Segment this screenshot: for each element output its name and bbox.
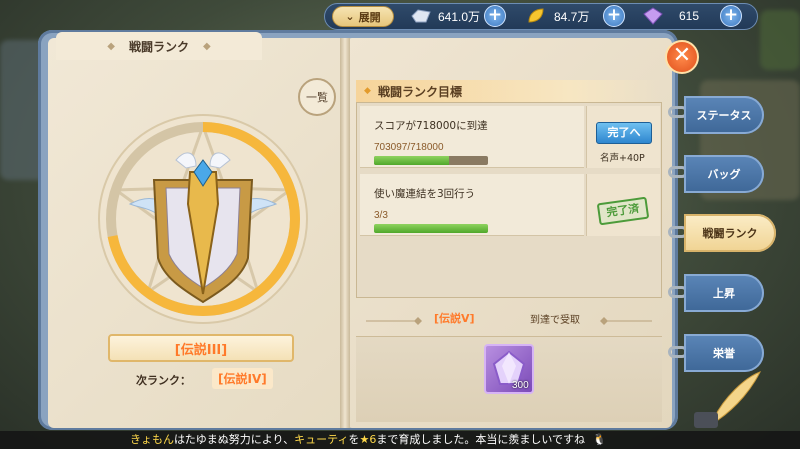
expand-label: 展開 <box>358 10 381 24</box>
gem-icon <box>643 7 663 25</box>
rank-progress-ring <box>98 114 308 324</box>
list-button-label: 一覧 <box>306 91 328 104</box>
goal-progress-bar <box>374 156 488 165</box>
goal-progress-text: 703097/718000 <box>374 142 444 153</box>
crystal-amount: 641.0万 <box>438 9 481 24</box>
chat-star-level: ★6 <box>359 433 377 446</box>
next-rank-label: 次ランク： <box>136 374 191 387</box>
gem-amount: 615 <box>679 9 700 23</box>
gold-leaf-icon <box>526 7 546 25</box>
chat-pet-name: キューティ <box>294 433 349 446</box>
goals-header-label: 戦闘ランク目標 <box>378 84 463 99</box>
add-gem-button[interactable]: + <box>720 5 742 27</box>
chat-text: まで育成しました。本当に羨ましいですね <box>376 433 586 446</box>
add-gold-button[interactable]: + <box>603 5 625 27</box>
chat-text: はたゆまぬ努力により、 <box>174 433 295 446</box>
chat-text: を <box>348 433 360 446</box>
gold-amount: 84.7万 <box>554 9 590 24</box>
tab-honor[interactable]: 栄誉 <box>684 334 764 372</box>
next-rank-value: [伝説IV] <box>212 368 273 389</box>
panel-title-tab: ◆ 戦闘ランク ◆ <box>56 32 262 60</box>
goal-text: 使い魔連結を3回行う <box>374 188 476 200</box>
quill-icon <box>694 371 762 428</box>
goals-header: ◆ 戦闘ランク目標 <box>356 80 662 102</box>
reward-quantity: 300 <box>512 380 529 391</box>
rank-emblem <box>92 108 314 330</box>
tab-battle-rank[interactable]: 戦闘ランク <box>684 214 776 252</box>
goal-item: 使い魔連結を3回行う 3/3 <box>360 174 584 236</box>
reward-condition: 到達で受取 <box>530 315 580 326</box>
resource-gold: 84.7万 <box>526 5 589 27</box>
current-rank-plate: [伝説III] <box>108 334 294 362</box>
crystal-icon <box>410 8 432 24</box>
tab-bag[interactable]: バッグ <box>684 155 764 193</box>
goal-progress-bar <box>374 224 488 233</box>
goal-progress-fill <box>374 156 450 165</box>
tab-status[interactable]: ステータス <box>684 96 764 134</box>
goal-progress-fill <box>374 224 488 233</box>
go-complete-button[interactable]: 完了へ <box>596 122 652 144</box>
expand-button[interactable]: ⌄ 展開 <box>332 6 394 27</box>
reward-divider <box>366 317 652 325</box>
chevron-down-icon: ⌄ <box>345 10 355 23</box>
goal-progress-text: 3/3 <box>374 210 388 221</box>
ornament-icon: ◆ <box>107 40 115 52</box>
reward-rank: [伝説V] <box>434 312 475 325</box>
panel-title: 戦闘ランク <box>128 39 189 54</box>
diamond-icon: ◆ <box>364 86 371 96</box>
goal-reward-text: 名声+40P <box>600 153 645 164</box>
resource-crystal: 641.0万 <box>410 5 480 27</box>
current-rank: [伝説III] <box>174 342 228 358</box>
background-tree <box>760 10 800 70</box>
goal-text: スコアが718000に到達 <box>374 120 488 132</box>
chat-player-name: きょもん <box>130 433 174 446</box>
emoji-icon: 🐧 <box>592 433 607 446</box>
tab-ascend[interactable]: 上昇 <box>684 274 764 312</box>
resource-gem: 615 <box>643 5 699 27</box>
ornament-icon: ◆ <box>203 40 211 52</box>
book-spine <box>340 38 350 428</box>
add-crystal-button[interactable]: + <box>484 5 506 27</box>
chat-notification[interactable]: きょもんはたゆまぬ努力により、キューティを★6まで育成しました。本当に羨ましいで… <box>0 431 800 449</box>
close-icon: ✕ <box>672 43 692 68</box>
close-button[interactable]: ✕ <box>665 40 699 74</box>
goal-item: スコアが718000に到達 703097/718000 <box>360 106 584 168</box>
